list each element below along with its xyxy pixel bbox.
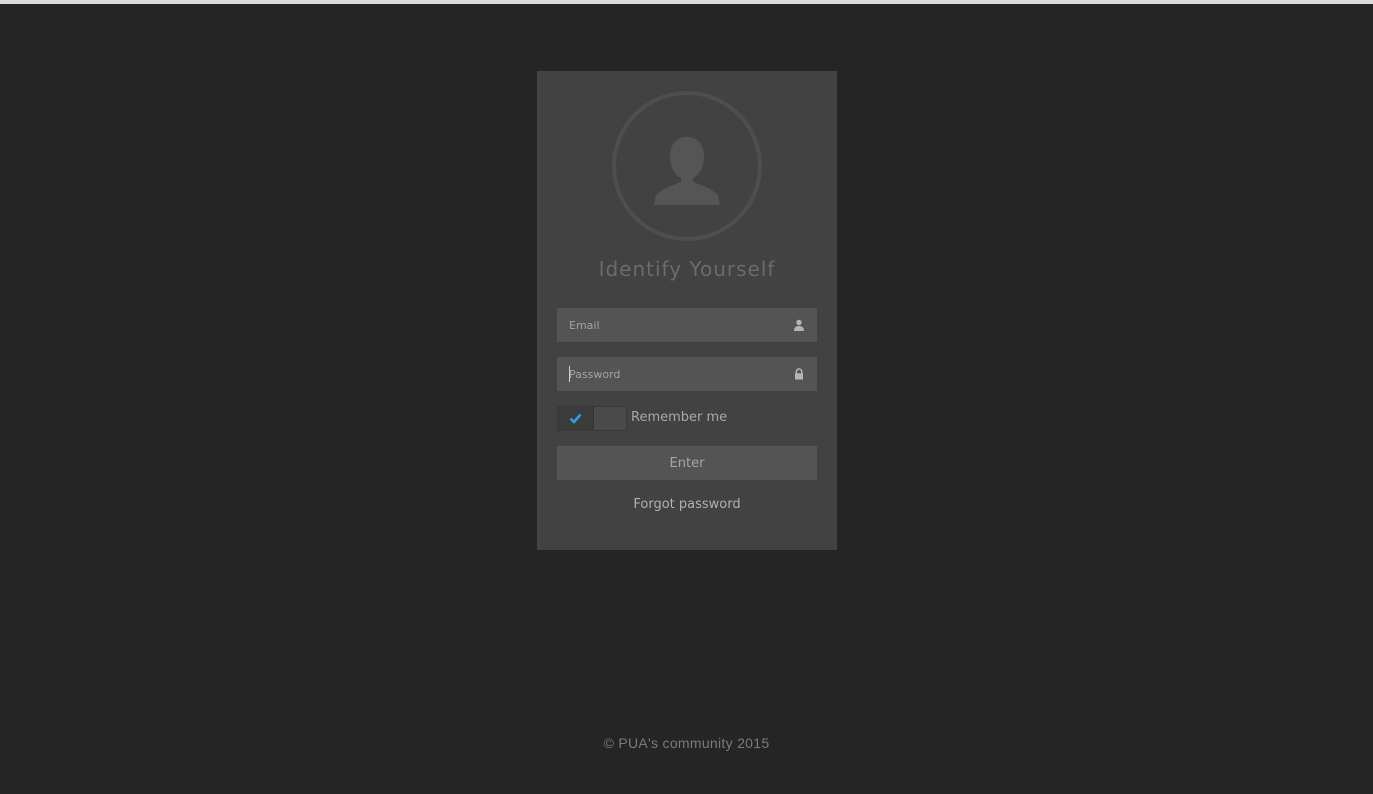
remember-me-toggle[interactable]: [557, 406, 627, 431]
password-field[interactable]: [557, 357, 777, 391]
user-silhouette-icon: [654, 137, 720, 205]
user-icon: [794, 319, 804, 331]
password-field-wrapper: [557, 357, 817, 391]
check-icon: [569, 413, 582, 424]
remember-me-row: Remember me: [557, 406, 817, 431]
email-field-wrapper: [557, 308, 817, 342]
forgot-password-link[interactable]: Forgot password: [537, 497, 837, 512]
toggle-knob: [558, 407, 594, 430]
footer-copyright: © PUA's community 2015: [603, 735, 770, 751]
lock-icon: [795, 368, 803, 380]
enter-button[interactable]: Enter: [557, 446, 817, 480]
login-card: Identify Yourself Remember me Enter Forg…: [537, 71, 837, 550]
avatar: [612, 91, 762, 241]
remember-me-label[interactable]: Remember me: [631, 410, 727, 425]
browser-top-strip: [0, 0, 1373, 4]
text-caret: [569, 366, 570, 382]
email-field[interactable]: [557, 308, 777, 342]
page-title: Identify Yourself: [598, 257, 776, 281]
